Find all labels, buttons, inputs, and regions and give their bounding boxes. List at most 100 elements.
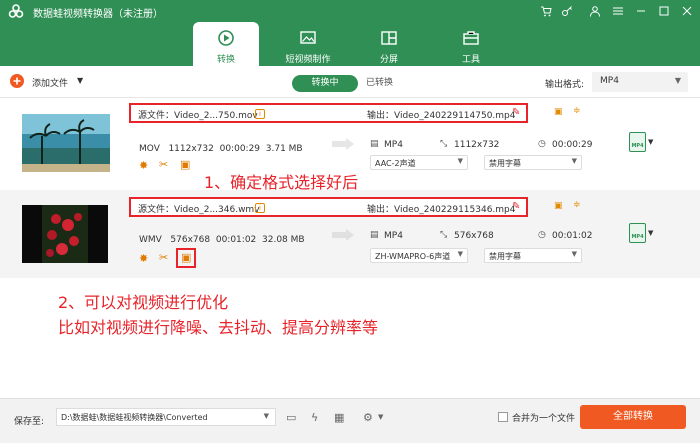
chevron-down-icon: ▼	[263, 412, 269, 420]
info-icon[interactable]: i	[255, 109, 265, 119]
merge-label[interactable]: 合并为一个文件	[512, 411, 575, 424]
target-resolution: 576x768	[454, 231, 494, 241]
output-format-icon[interactable]: MP4	[629, 132, 646, 152]
tab-convert[interactable]: 转换	[193, 22, 259, 66]
video-thumbnail[interactable]	[22, 205, 108, 263]
app-header: 数据蛙视频转换器（未注册） 转换 短视频制作 分屏 工具	[0, 0, 700, 66]
convert-all-button[interactable]: 全部转换	[580, 405, 686, 429]
trim-icon[interactable]: ≑	[573, 106, 581, 116]
chevron-down-icon: ▼	[457, 157, 463, 165]
subtitle-select[interactable]: 禁用字幕 ▼	[484, 248, 582, 263]
output-file-label: 输出：Video_240229114750.mp4	[367, 111, 516, 121]
chevron-down-icon: ▼	[571, 157, 577, 165]
video-format-icon: ▤	[370, 139, 379, 149]
tab-short-video[interactable]: 短视频制作	[275, 22, 341, 66]
resolution-icon: ⤡	[440, 139, 448, 149]
target-format: MP4	[384, 140, 403, 150]
chevron-down-icon: ▼	[571, 250, 577, 258]
app-logo-icon	[8, 4, 24, 18]
edit-effects-icon[interactable]: ▣	[180, 158, 190, 171]
subtitle-icon[interactable]: ▣	[554, 107, 563, 117]
gpu-off-icon[interactable]: ▦	[334, 411, 344, 424]
video-format-icon: ▤	[370, 230, 379, 240]
tab-split-screen[interactable]: 分屏	[356, 22, 422, 66]
add-file-dropdown-icon[interactable]: ▼	[77, 76, 83, 85]
tab-converting[interactable]: 转换中	[292, 75, 358, 92]
file-row: 源文件：Video_2...346.wmv i 输出：Video_2402291…	[0, 190, 700, 278]
footer-bar: 保存至: D:\数据蛙\数据蛙视频转换器\Converted ▼ ▭ ϟ ▦ ⚙…	[0, 398, 700, 443]
merge-checkbox[interactable]	[498, 412, 508, 422]
video-thumbnail[interactable]	[22, 114, 110, 172]
image-icon	[300, 31, 316, 44]
source-meta: WMV 576x768 00:01:02 32.08 MB	[139, 235, 305, 245]
sub-toolbar: 添加文件 ▼ 转换中 已转换 输出格式: MP4 ▼	[0, 66, 700, 98]
person-icon[interactable]	[586, 3, 604, 19]
subtitle-select[interactable]: 禁用字幕 ▼	[484, 155, 582, 170]
tab-short-video-label: 短视频制作	[285, 55, 331, 65]
source-file-label: 源文件：Video_2...346.wmv	[138, 205, 260, 215]
title-bar: 数据蛙视频转换器（未注册）	[0, 0, 700, 22]
convert-arrow-icon	[332, 138, 354, 150]
folder-icon[interactable]: ▭	[286, 411, 296, 424]
cart-icon[interactable]	[537, 3, 555, 19]
output-format-icon[interactable]: MP4	[629, 223, 646, 243]
tab-converted[interactable]: 已转换	[366, 75, 406, 92]
add-file-label[interactable]: 添加文件	[32, 76, 68, 89]
edit-pencil-icon[interactable]: ✎	[512, 107, 520, 118]
scissors-icon[interactable]: ✂	[159, 251, 168, 264]
annotation-step2-line1: 2、可以对视频进行优化	[58, 293, 229, 312]
output-format-value: MP4	[600, 76, 619, 86]
source-file-label: 源文件：Video_2...750.mov	[138, 111, 258, 121]
trim-icon[interactable]: ≑	[573, 200, 581, 210]
clock-icon: ◷	[538, 139, 546, 149]
menu-icon[interactable]	[609, 3, 627, 19]
subtitle-icon[interactable]: ▣	[554, 201, 563, 211]
target-duration: 00:00:29	[552, 140, 593, 150]
highlight-box	[176, 248, 196, 268]
close-icon[interactable]	[678, 3, 696, 19]
target-resolution: 1112x732	[454, 140, 500, 150]
file-info-bar: 源文件：Video_2...750.mov i 输出：Video_2402291…	[129, 103, 528, 123]
split-screen-icon	[381, 31, 397, 45]
tab-tools-label: 工具	[461, 55, 480, 65]
output-format-select[interactable]: MP4 ▼	[592, 72, 688, 92]
save-path-value: D:\数据蛙\数据蛙视频转换器\Converted	[61, 413, 208, 422]
maximize-icon[interactable]	[655, 3, 673, 19]
chevron-down-icon[interactable]: ▼	[648, 138, 653, 146]
tab-convert-label: 转换	[216, 55, 235, 65]
convert-arrow-icon	[332, 229, 354, 241]
resolution-icon: ⤡	[440, 230, 448, 240]
annotation-step2-line2: 比如对视频进行降噪、去抖动、提高分辨率等	[58, 318, 379, 337]
chevron-down-icon[interactable]: ▼	[648, 229, 653, 237]
app-title: 数据蛙视频转换器（未注册）	[33, 9, 163, 20]
enhance-sparkle-icon[interactable]: ✸	[139, 159, 148, 172]
hardware-accel-off-icon[interactable]: ϟ	[311, 411, 318, 424]
chevron-down-icon: ▼	[674, 76, 681, 85]
tab-tools[interactable]: 工具	[438, 22, 504, 66]
audio-track-select[interactable]: ZH-WMAPRO-6声道 ▼	[370, 248, 468, 263]
add-file-button[interactable]	[10, 74, 24, 88]
scissors-icon[interactable]: ✂	[159, 158, 168, 171]
output-file-label: 输出：Video_240229115346.mp4	[367, 205, 516, 215]
info-icon[interactable]: i	[255, 203, 265, 213]
output-format-label: 输出格式:	[545, 80, 585, 90]
clock-icon: ◷	[538, 230, 546, 240]
target-format: MP4	[384, 231, 403, 241]
audio-track-select[interactable]: AAC-2声道 ▼	[370, 155, 468, 170]
source-meta: MOV 1112x732 00:00:29 3.71 MB	[139, 144, 303, 154]
minimize-icon[interactable]	[632, 3, 650, 19]
save-path-select[interactable]: D:\数据蛙\数据蛙视频转换器\Converted ▼	[56, 408, 276, 426]
chevron-down-icon[interactable]: ▼	[378, 413, 383, 421]
settings-gear-icon[interactable]: ⚙	[363, 411, 373, 424]
plus-icon	[13, 77, 21, 85]
edit-pencil-icon[interactable]: ✎	[512, 201, 520, 212]
chevron-down-icon: ▼	[457, 250, 463, 258]
save-to-label: 保存至:	[14, 417, 45, 427]
convert-icon	[218, 30, 234, 46]
toolbox-icon	[463, 31, 479, 45]
tab-split-screen-label: 分屏	[379, 55, 398, 65]
file-info-bar: 源文件：Video_2...346.wmv i 输出：Video_2402291…	[129, 197, 528, 217]
key-icon[interactable]	[558, 3, 576, 19]
target-duration: 00:01:02	[552, 231, 593, 241]
enhance-sparkle-icon[interactable]: ✸	[139, 252, 148, 265]
